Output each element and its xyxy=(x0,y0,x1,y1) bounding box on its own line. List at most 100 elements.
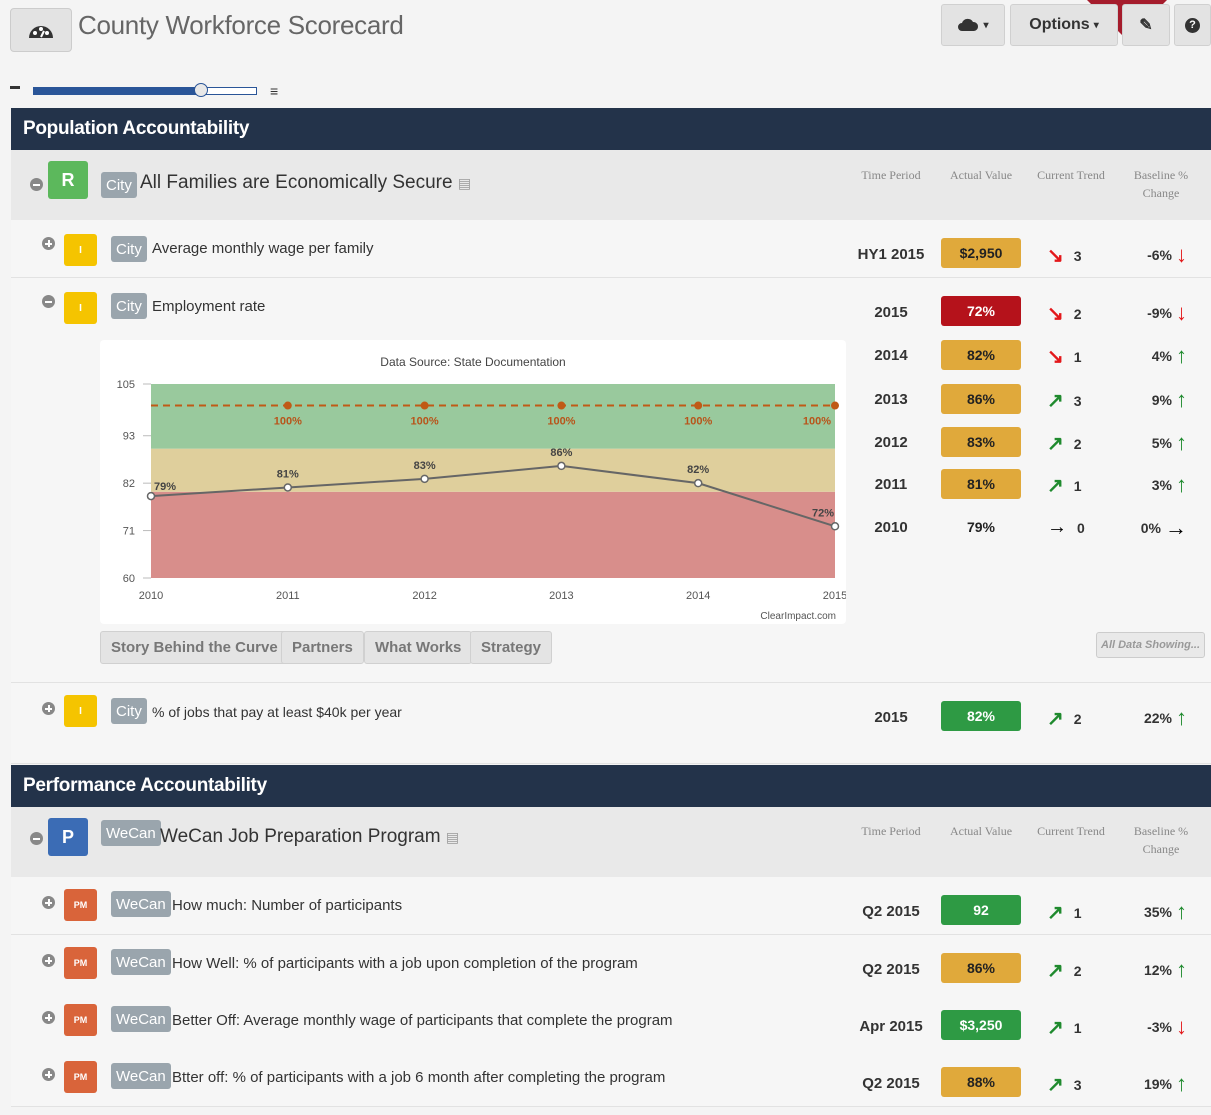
history-period: 2011 xyxy=(874,476,908,493)
chart-credit[interactable]: ClearImpact.com xyxy=(760,611,836,622)
caret-down-icon: ▾ xyxy=(983,19,989,31)
time-period: Q2 2015 xyxy=(862,961,920,978)
trend-up-icon: ↗ xyxy=(1047,475,1064,497)
zoom-slider-handle[interactable] xyxy=(194,83,208,97)
table-row[interactable]: PM WeCan How much: Number of participant… xyxy=(11,877,1211,935)
collapse-icon[interactable] xyxy=(30,832,43,845)
current-trend: ↗ 1 xyxy=(1047,902,1082,924)
table-row[interactable]: PM WeCan How Well: % of participants wit… xyxy=(11,935,1211,993)
employment-rate-chart: Data Source: State Documentation 105 93 82… xyxy=(100,340,846,624)
indicator-badge: I xyxy=(64,234,97,266)
scope-badge: WeCan xyxy=(101,820,161,846)
actual-label: 82% xyxy=(687,464,709,476)
arrow-down-icon: ↓ xyxy=(1176,300,1187,325)
help-button[interactable]: ? xyxy=(1174,4,1211,46)
measure-title[interactable]: Btter off: % of participants with a job … xyxy=(172,1069,665,1086)
expand-icon[interactable] xyxy=(42,1011,55,1024)
zoom-out-icon[interactable] xyxy=(10,86,20,89)
program-group-header: P WeCan WeCan Job Preparation Program ▤ … xyxy=(11,807,1211,877)
col-header-baseline: Baseline % Change xyxy=(1133,824,1189,856)
measure-badge: PM xyxy=(64,1004,97,1036)
target-label: 100% xyxy=(411,416,439,428)
scope-badge: WeCan xyxy=(111,949,171,975)
result-title[interactable]: All Families are Economically Secure ▤ xyxy=(140,172,471,194)
edit-button[interactable]: ✎ xyxy=(1122,4,1170,46)
scope-badge: City xyxy=(111,698,147,724)
tab-what-works[interactable]: What Works xyxy=(364,631,473,664)
history-trend: ↗ 3 xyxy=(1047,390,1082,412)
history-value: 79% xyxy=(966,519,996,535)
indicator-badge: I xyxy=(64,292,97,324)
history-value: 81% xyxy=(941,469,1021,499)
measure-title[interactable]: How Well: % of participants with a job u… xyxy=(172,955,638,972)
baseline-change: -6% ↓ xyxy=(1147,242,1187,267)
result-group-header: R City All Families are Economically Sec… xyxy=(11,150,1211,220)
hamburger-menu-icon[interactable]: ≡ xyxy=(270,84,278,98)
speedometer-icon xyxy=(29,26,53,38)
table-row[interactable]: I City % of jobs that pay at least $40k … xyxy=(11,683,1211,764)
dashboard-logo-button[interactable] xyxy=(10,8,72,52)
question-icon: ? xyxy=(1185,17,1200,33)
actual-value: 72% xyxy=(941,296,1021,326)
current-trend: ↗ 2 xyxy=(1047,708,1082,730)
table-row[interactable]: PM WeCan Btter off: % of participants wi… xyxy=(11,1049,1211,1107)
actual-point xyxy=(283,483,293,492)
tab-strategy[interactable]: Strategy xyxy=(470,631,553,664)
collapse-icon[interactable] xyxy=(42,295,55,308)
time-period: 2015 xyxy=(874,304,908,321)
target-label: 100% xyxy=(274,416,302,428)
measure-badge: PM xyxy=(64,889,97,921)
y-tick-label: 71 xyxy=(123,526,135,538)
history-value: 82% xyxy=(941,340,1021,370)
y-tick-label: 82 xyxy=(123,478,135,490)
y-tick-label: 60 xyxy=(123,573,135,585)
current-trend: ↘ 3 xyxy=(1047,245,1082,267)
baseline-change: -3% ↓ xyxy=(1147,1014,1187,1039)
trend-up-icon: ↗ xyxy=(1047,960,1064,982)
trend-up-icon: ↗ xyxy=(1047,1074,1064,1096)
history-trend: → 0 xyxy=(1047,516,1085,538)
arrow-up-icon: ↑ xyxy=(1176,1071,1187,1096)
indicator-title[interactable]: Employment rate xyxy=(152,298,265,315)
indicator-title[interactable]: Average monthly wage per family xyxy=(152,240,374,257)
table-row[interactable]: I City Average monthly wage per family H… xyxy=(11,220,1211,278)
arrow-up-icon: ↑ xyxy=(1176,430,1187,455)
expand-icon[interactable] xyxy=(42,702,55,715)
all-data-showing-button[interactable]: All Data Showing... xyxy=(1096,632,1206,658)
section-header-performance: Performance Accountability xyxy=(11,765,1211,807)
indicator-title[interactable]: % of jobs that pay at least $40k per yea… xyxy=(152,704,402,720)
indicator-badge: I xyxy=(64,695,97,727)
history-baseline: 5% ↑ xyxy=(1151,430,1187,455)
baseline-change: -9% ↓ xyxy=(1147,300,1187,325)
history-period: 2013 xyxy=(874,391,908,408)
actual-label: 83% xyxy=(414,460,436,472)
arrow-up-icon: ↑ xyxy=(1176,957,1187,982)
expand-icon[interactable] xyxy=(42,237,55,250)
col-header-actual: Actual Value xyxy=(949,168,1013,182)
history-period: 2012 xyxy=(874,434,908,451)
actual-value: $3,250 xyxy=(941,1010,1021,1040)
baseline-change: 35% ↑ xyxy=(1143,899,1187,924)
arrow-right-icon: → xyxy=(1047,516,1067,538)
collapse-icon[interactable] xyxy=(30,178,43,191)
program-title[interactable]: WeCan Job Preparation Program ▤ xyxy=(160,826,459,848)
document-icon[interactable]: ▤ xyxy=(458,175,471,191)
current-trend: ↘ 2 xyxy=(1047,303,1082,325)
table-row[interactable]: PM WeCan Better Off: Average monthly wag… xyxy=(11,992,1211,1050)
expand-icon[interactable] xyxy=(42,896,55,909)
baseline-change: 19% ↑ xyxy=(1143,1071,1187,1096)
history-period: 2010 xyxy=(874,519,908,536)
actual-label: 86% xyxy=(550,447,572,459)
cloud-menu-button[interactable]: ▾ xyxy=(941,4,1005,46)
document-icon[interactable]: ▤ xyxy=(446,829,459,845)
history-period: 2014 xyxy=(874,347,908,364)
expand-icon[interactable] xyxy=(42,1068,55,1081)
measure-badge: PM xyxy=(64,947,97,979)
measure-title[interactable]: Better Off: Average monthly wage of part… xyxy=(172,1012,673,1029)
tab-partners[interactable]: Partners xyxy=(281,631,364,664)
actual-point xyxy=(693,478,703,488)
tab-story-behind-curve[interactable]: Story Behind the Curve xyxy=(100,631,289,664)
options-button[interactable]: Options ▾ xyxy=(1010,4,1118,46)
expand-icon[interactable] xyxy=(42,954,55,967)
measure-title[interactable]: How much: Number of participants xyxy=(172,897,402,914)
